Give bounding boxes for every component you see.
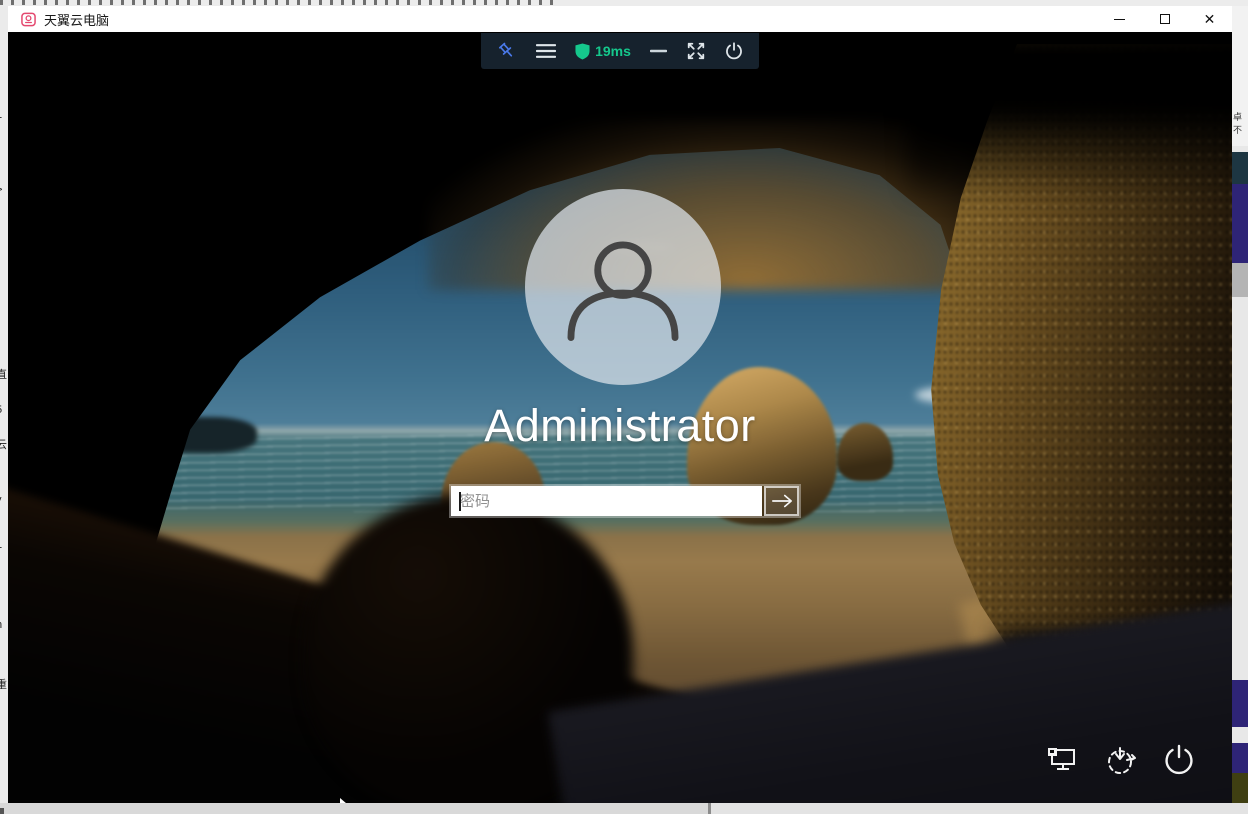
shield-icon (575, 43, 590, 59)
screen: 1 t > / 直 5 云 y 1 。 h 重 卓不 (0, 0, 1248, 814)
client-window: 天翼云电脑 ✕ 19ms Administrator (8, 6, 1232, 803)
toolbar-minimize-button[interactable] (649, 49, 667, 53)
session-toolbar: 19ms (481, 33, 759, 69)
bg-fragment: 卓不 (1233, 112, 1243, 135)
network-icon (1048, 748, 1075, 770)
person-icon (567, 241, 679, 341)
minimize-button[interactable] (1097, 6, 1142, 32)
bg-fragment: h (0, 620, 2, 631)
bg-fragment: 1 (0, 110, 2, 121)
scrollbar-track[interactable] (711, 803, 1248, 814)
background-text-smudge (0, 0, 560, 5)
bg-block (1232, 773, 1248, 803)
disconnect-power-button[interactable] (725, 41, 743, 61)
power-icon (726, 41, 742, 59)
latency-value: 19ms (595, 43, 631, 59)
app-logo-icon (21, 12, 36, 26)
maximize-icon (1159, 14, 1170, 24)
minimize-icon (1114, 18, 1125, 20)
bg-fragment: 1 (0, 540, 2, 551)
shutdown-button[interactable] (1162, 743, 1196, 777)
bg-fragment: 重 (0, 679, 7, 691)
power-icon (1165, 744, 1193, 774)
horizontal-scrollbar[interactable] (0, 803, 1248, 814)
bg-fragment: y (0, 495, 2, 506)
pin-icon (498, 42, 513, 57)
submit-password-button[interactable] (764, 486, 799, 516)
cave-wall-shadow-top (908, 32, 1232, 232)
maximize-button[interactable] (1142, 6, 1187, 32)
text-caret (459, 492, 461, 511)
ease-of-access-icon (1108, 747, 1136, 774)
close-icon: ✕ (1203, 11, 1216, 27)
bg-fragment: 云 (0, 439, 7, 451)
scrollbar-thumb-edge[interactable] (708, 803, 711, 814)
login-footer-icons (1046, 743, 1196, 777)
background-page-left-sliver: 1 t > / 直 5 云 y 1 。 h 重 (0, 6, 8, 803)
menu-icon (536, 44, 557, 58)
background-page-right-sliver: 卓不 (1232, 6, 1248, 803)
password-field-wrap (451, 486, 762, 516)
connection-status: 19ms (575, 43, 631, 60)
fullscreen-button[interactable] (686, 41, 706, 61)
bg-block (1232, 680, 1248, 727)
menu-button[interactable] (536, 43, 557, 59)
scrollbar-corner (0, 808, 4, 814)
bg-fragment: > (0, 185, 2, 196)
bg-fragment: 5 (0, 405, 2, 416)
remote-desktop-screen: 19ms Administrator (8, 32, 1232, 803)
title-bar: 天翼云电脑 ✕ (8, 6, 1232, 32)
ease-of-access-button[interactable] (1104, 743, 1138, 777)
window-title: 天翼云电脑 (44, 12, 110, 28)
username-label: Administrator (484, 400, 756, 451)
password-row (449, 484, 801, 518)
window-controls: ✕ (1097, 6, 1232, 32)
bg-block (1232, 152, 1248, 184)
password-input[interactable] (451, 486, 762, 516)
bg-block (1232, 743, 1248, 773)
fullscreen-icon (687, 42, 705, 60)
bg-fragment: 。 (0, 565, 7, 576)
user-avatar (525, 189, 721, 385)
pin-toolbar-button[interactable] (497, 41, 517, 61)
close-button[interactable]: ✕ (1187, 6, 1232, 32)
bg-fragment: 直 (0, 369, 7, 381)
bg-block (1232, 184, 1248, 263)
bg-block (1232, 263, 1248, 297)
minimize-icon (649, 49, 667, 53)
arrow-right-icon (771, 494, 792, 508)
network-button[interactable] (1046, 743, 1080, 777)
